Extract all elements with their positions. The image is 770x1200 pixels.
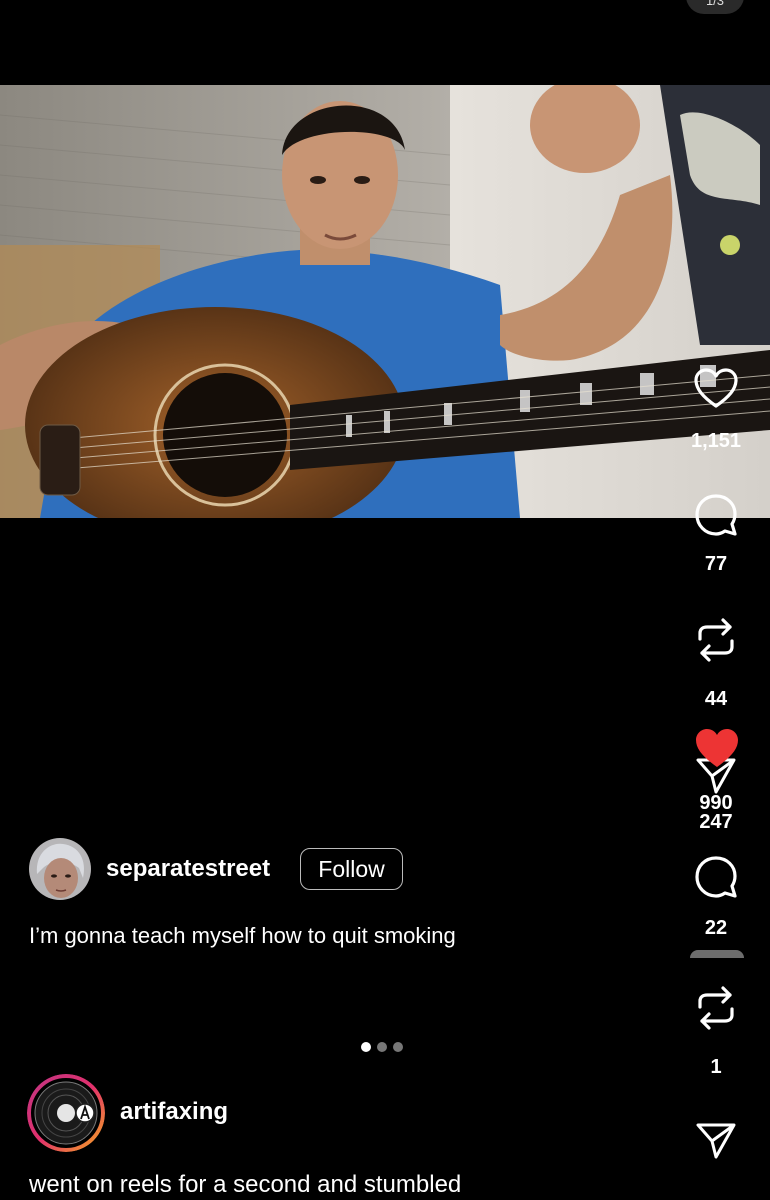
heart-icon (694, 368, 738, 408)
post-comment-button[interactable] (692, 853, 740, 901)
comment-bubble-icon (695, 856, 737, 898)
post-like-count: 247 (699, 811, 733, 833)
carousel-pager: 1/3 (686, 0, 744, 14)
repost-icon (698, 986, 734, 1030)
carousel-dot (393, 1042, 403, 1052)
rail-avatar-peek (690, 950, 744, 958)
reel-video[interactable] (0, 85, 770, 518)
post-like-button[interactable] (693, 724, 741, 772)
repost-icon (698, 618, 734, 662)
post-comment-count: 22 (704, 917, 728, 939)
heart-filled-icon (696, 729, 738, 767)
avatar[interactable] (29, 838, 91, 900)
next-post-username[interactable]: artifaxing (120, 1098, 228, 1126)
vinyl-record-avatar (27, 1074, 105, 1152)
next-post-caption: went on reels for a second and stumbled (29, 1171, 462, 1198)
comment-bubble-icon (695, 494, 737, 536)
next-post-avatar[interactable] (27, 1074, 105, 1152)
pager-label: 1/3 (705, 0, 725, 8)
follow-button[interactable]: Follow (300, 848, 403, 890)
carousel-dots (361, 1042, 403, 1052)
carousel-dot (361, 1042, 371, 1052)
reel-like-count: 1,151 (690, 430, 742, 452)
next-post-share-button[interactable] (692, 1117, 740, 1165)
paper-plane-icon (696, 1123, 736, 1159)
carousel-dot (377, 1042, 387, 1052)
reel-like-button[interactable] (692, 364, 740, 412)
reel-comment-button[interactable] (692, 491, 740, 539)
reel-repost-count: 44 (704, 688, 728, 710)
post-repost-count: 1 (710, 1056, 722, 1078)
reel-comment-count: 77 (704, 553, 728, 575)
video-frame (0, 85, 770, 518)
post-repost-button[interactable] (692, 984, 740, 1032)
post-username[interactable]: separatestreet (106, 855, 270, 883)
avatar-image (29, 838, 91, 900)
reel-repost-button[interactable] (692, 616, 740, 664)
post-caption: I’m gonna teach myself how to quit smoki… (29, 923, 456, 948)
